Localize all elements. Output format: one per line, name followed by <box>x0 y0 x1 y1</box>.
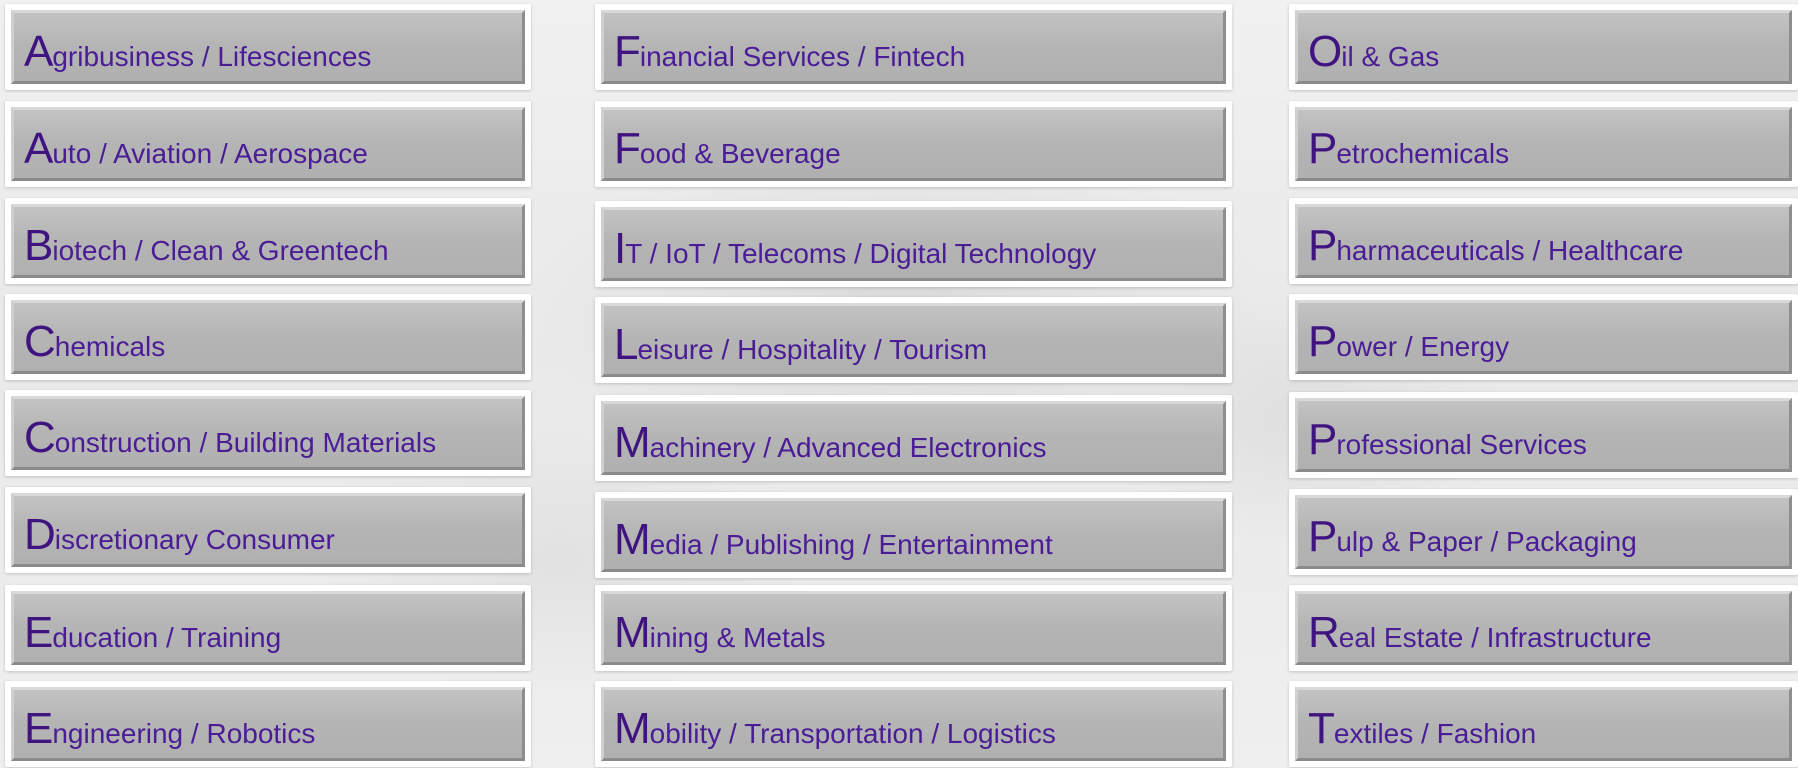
sector-label: ngineering / Robotics <box>52 718 316 749</box>
sector-initial: E <box>24 608 53 657</box>
sector-label: etrochemicals <box>1336 138 1510 169</box>
sector-initial: M <box>614 418 651 467</box>
sector-label: achinery / Advanced Electronics <box>649 432 1047 463</box>
sector-button-oil-gas[interactable]: Oil & Gas <box>1289 4 1798 90</box>
sector-label: rofessional Services <box>1336 429 1587 460</box>
sector-button-face: Machinery / Advanced Electronics <box>601 401 1226 475</box>
sector-label: ducation / Training <box>52 622 282 653</box>
sector-initial: C <box>24 413 56 462</box>
sector-initial: F <box>614 27 641 76</box>
sector-button-mobility-logistics[interactable]: Mobility / Transportation / Logistics <box>595 681 1232 767</box>
sector-button-financial-services[interactable]: Financial Services / Fintech <box>595 4 1232 90</box>
sector-button-leisure-hospitality[interactable]: Leisure / Hospitality / Tourism <box>595 297 1232 383</box>
sector-label: T / IoT / Telecoms / Digital Technology <box>625 238 1097 269</box>
sector-label: hemicals <box>54 331 166 362</box>
sector-button-media-publishing[interactable]: Media / Publishing / Entertainment <box>595 492 1232 578</box>
sector-button-face: Engineering / Robotics <box>11 687 525 761</box>
sector-initial: O <box>1308 27 1342 76</box>
sector-label: eisure / Hospitality / Tourism <box>637 334 988 365</box>
sector-label: iotech / Clean & Greentech <box>52 235 389 266</box>
sector-button-face: Food & Beverage <box>601 107 1226 181</box>
sector-button-face: Chemicals <box>11 300 525 374</box>
sector-button-power-energy[interactable]: Power / Energy <box>1289 294 1798 380</box>
sector-initial: T <box>1308 704 1335 753</box>
sector-initial: M <box>614 515 651 564</box>
sector-initial: P <box>1308 317 1337 366</box>
sector-label: ood & Beverage <box>639 138 841 169</box>
sector-button-real-estate[interactable]: Real Estate / Infrastructure <box>1289 585 1798 671</box>
sector-label: uto / Aviation / Aerospace <box>52 138 368 169</box>
sector-button-face: Oil & Gas <box>1295 10 1792 84</box>
sector-button-face: Petrochemicals <box>1295 107 1792 181</box>
sector-button-food-beverage[interactable]: Food & Beverage <box>595 101 1232 187</box>
sector-initial: M <box>614 704 651 753</box>
sector-button-face: IT / IoT / Telecoms / Digital Technology <box>601 207 1226 281</box>
sector-button-face: Pulp & Paper / Packaging <box>1295 495 1792 569</box>
sector-button-pulp-paper[interactable]: Pulp & Paper / Packaging <box>1289 489 1798 575</box>
sector-initial: M <box>614 608 651 657</box>
sector-button-auto-aviation[interactable]: Auto / Aviation / Aerospace <box>5 101 531 187</box>
sector-initial: I <box>614 224 626 273</box>
sector-label: inancial Services / Fintech <box>639 41 966 72</box>
sector-initial: P <box>1308 512 1337 561</box>
sector-button-face: Power / Energy <box>1295 300 1792 374</box>
sector-label: harmaceuticals / Healthcare <box>1336 235 1684 266</box>
sector-button-construction[interactable]: Construction / Building Materials <box>5 390 531 476</box>
sector-button-education[interactable]: Education / Training <box>5 585 531 671</box>
sector-initial: F <box>614 124 641 173</box>
sector-button-face: Textiles / Fashion <box>1295 687 1792 761</box>
sector-label: iscretionary Consumer <box>54 524 335 555</box>
sector-button-it-telecoms[interactable]: IT / IoT / Telecoms / Digital Technology <box>595 201 1232 287</box>
sector-label: il & Gas <box>1341 41 1440 72</box>
sector-label: extiles / Fashion <box>1333 718 1537 749</box>
sector-label: edia / Publishing / Entertainment <box>649 529 1053 560</box>
sector-button-face: Agribusiness / Lifesciences <box>11 10 525 84</box>
sector-initial: C <box>24 317 56 366</box>
sector-label: ulp & Paper / Packaging <box>1336 526 1637 557</box>
sector-initial: P <box>1308 124 1337 173</box>
sector-button-face: Biotech / Clean & Greentech <box>11 204 525 278</box>
sector-button-face: Financial Services / Fintech <box>601 10 1226 84</box>
sector-initial: P <box>1308 221 1337 270</box>
sector-label: gribusiness / Lifesciences <box>52 41 372 72</box>
sector-button-face: Construction / Building Materials <box>11 396 525 470</box>
sector-label: ower / Energy <box>1336 331 1510 362</box>
sector-initial: L <box>614 320 639 369</box>
sector-button-chemicals[interactable]: Chemicals <box>5 294 531 380</box>
sector-button-face: Leisure / Hospitality / Tourism <box>601 303 1226 377</box>
sector-button-biotech[interactable]: Biotech / Clean & Greentech <box>5 198 531 284</box>
sector-button-face: Professional Services <box>1295 398 1792 472</box>
sector-button-machinery[interactable]: Machinery / Advanced Electronics <box>595 395 1232 481</box>
sector-initial: D <box>24 510 56 559</box>
sector-label: obility / Transportation / Logistics <box>649 718 1056 749</box>
sector-button-face: Pharmaceuticals / Healthcare <box>1295 204 1792 278</box>
sector-button-professional-services[interactable]: Professional Services <box>1289 392 1798 478</box>
sector-button-face: Discretionary Consumer <box>11 493 525 567</box>
sector-button-face: Education / Training <box>11 591 525 665</box>
sector-button-face: Media / Publishing / Entertainment <box>601 498 1226 572</box>
sector-button-face: Mobility / Transportation / Logistics <box>601 687 1226 761</box>
sector-button-textiles-fashion[interactable]: Textiles / Fashion <box>1289 681 1798 767</box>
sector-initial: E <box>24 704 53 753</box>
sector-button-petrochemicals[interactable]: Petrochemicals <box>1289 101 1798 187</box>
sector-button-discretionary-consumer[interactable]: Discretionary Consumer <box>5 487 531 573</box>
sector-button-face: Real Estate / Infrastructure <box>1295 591 1792 665</box>
sector-initial: P <box>1308 415 1337 464</box>
sector-initial: A <box>24 124 53 173</box>
sector-button-engineering[interactable]: Engineering / Robotics <box>5 681 531 767</box>
sector-label: onstruction / Building Materials <box>54 427 437 458</box>
sector-button-pharmaceuticals[interactable]: Pharmaceuticals / Healthcare <box>1289 198 1798 284</box>
sector-button-mining-metals[interactable]: Mining & Metals <box>595 585 1232 671</box>
sector-button-face: Mining & Metals <box>601 591 1226 665</box>
sector-initial: A <box>24 27 53 76</box>
sector-initial: B <box>24 221 53 270</box>
sector-label: eal Estate / Infrastructure <box>1338 622 1652 653</box>
sector-label: ining & Metals <box>649 622 826 653</box>
sector-button-face: Auto / Aviation / Aerospace <box>11 107 525 181</box>
sector-initial: R <box>1308 608 1340 657</box>
sector-button-agribusiness[interactable]: Agribusiness / Lifesciences <box>5 4 531 90</box>
